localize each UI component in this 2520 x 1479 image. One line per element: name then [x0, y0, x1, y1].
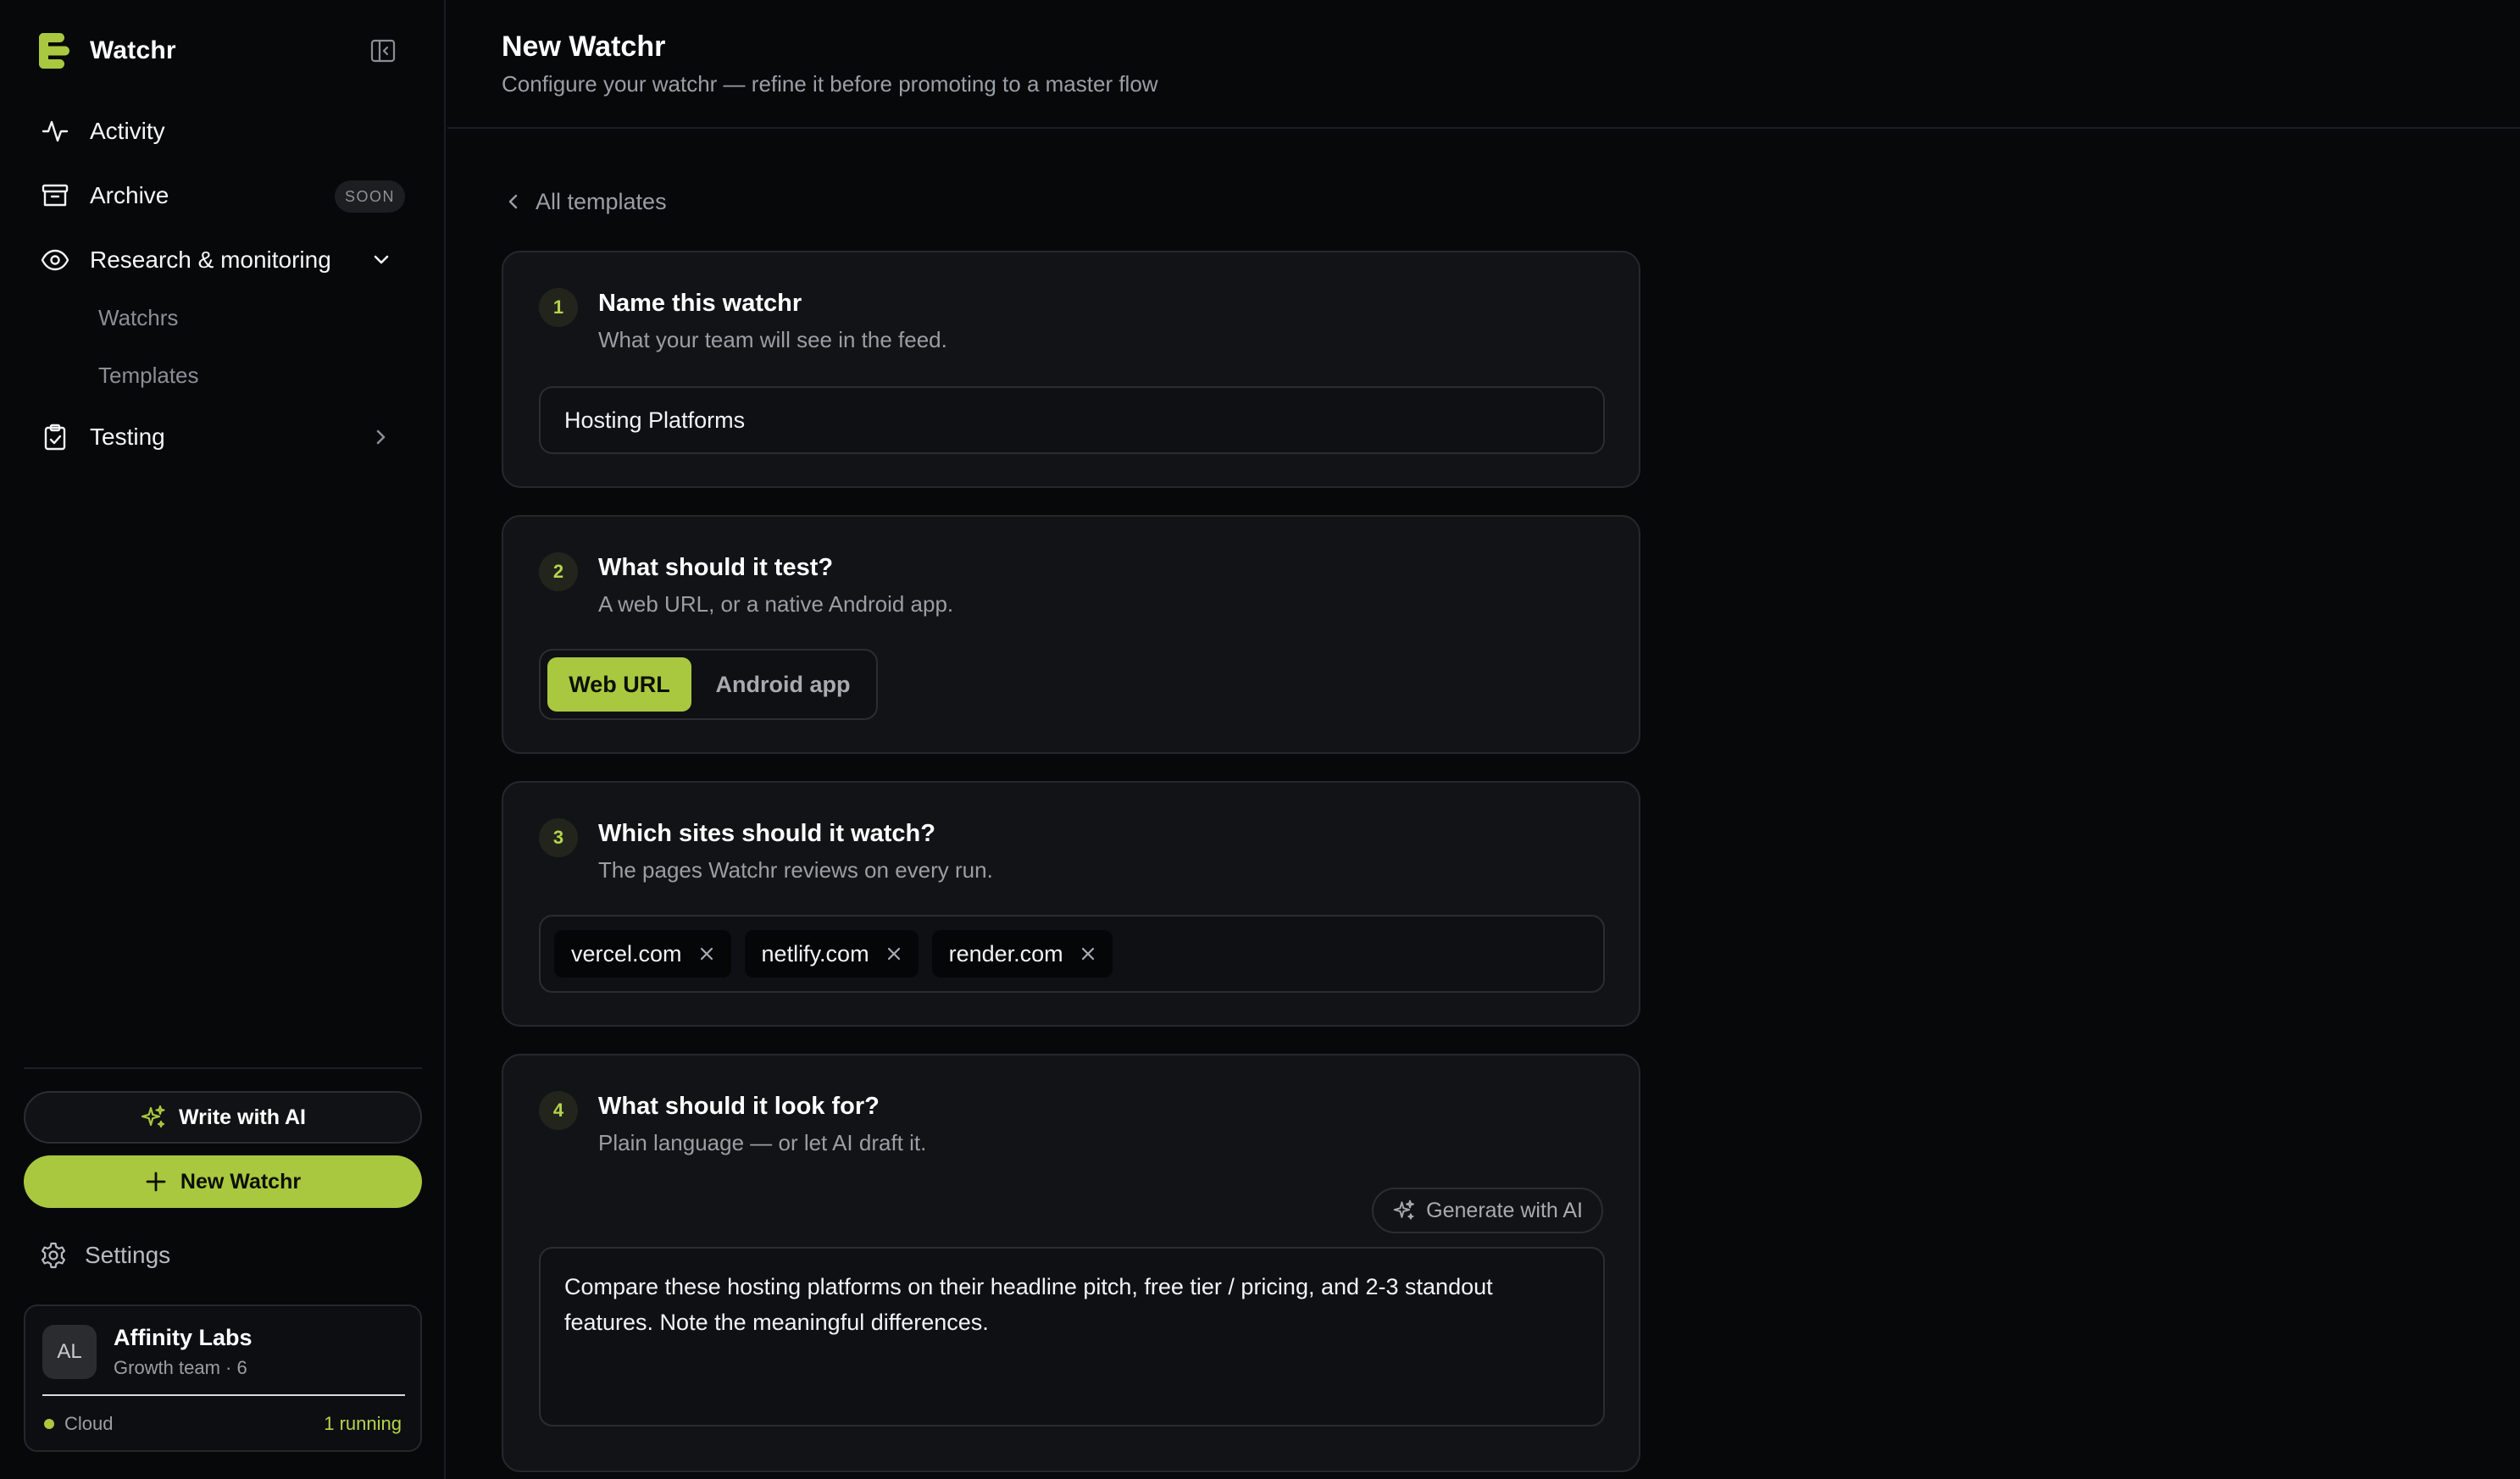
site-tag-label: netlify.com — [761, 940, 869, 967]
close-icon[interactable] — [885, 944, 903, 963]
chevron-down-icon[interactable] — [369, 248, 393, 272]
step-number: 3 — [539, 818, 578, 857]
close-icon[interactable] — [697, 944, 716, 963]
web-url-option[interactable]: Web URL — [547, 657, 691, 712]
generate-with-ai-label: Generate with AI — [1426, 1198, 1583, 1222]
step-title: Name this watchr — [598, 290, 802, 317]
new-watchr-button[interactable]: New Watchr — [24, 1155, 422, 1208]
sidebar-subitem-templates[interactable]: Templates — [98, 363, 199, 389]
watchr-name-input[interactable]: Hosting Platforms — [539, 386, 1605, 454]
sidebar-item-testing[interactable]: Testing — [41, 413, 405, 461]
android-app-option[interactable]: Android app — [698, 657, 868, 712]
all-templates-link[interactable]: All templates — [503, 186, 667, 217]
step-card-name: 1 Name this watchr What your team will s… — [502, 251, 1640, 488]
page-title: New Watchr — [502, 30, 666, 63]
step-subtitle: Plain language — or let AI draft it. — [598, 1130, 927, 1155]
sidebar-item-research-monitoring[interactable]: Research & monitoring — [41, 236, 405, 284]
settings-label: Settings — [85, 1242, 171, 1268]
step-title: What should it test? — [598, 554, 834, 581]
site-tag: render.com — [931, 930, 1113, 978]
org-card[interactable]: AL Affinity Labs Growth team · 6 Cloud 1… — [24, 1305, 422, 1452]
environment-label: Cloud — [64, 1413, 114, 1434]
avatar: AL — [42, 1325, 97, 1379]
sidebar-item-archive[interactable]: Archive SOON — [41, 172, 405, 219]
settings-link[interactable]: Settings — [39, 1235, 170, 1276]
site-tag: netlify.com — [744, 930, 919, 978]
gear-icon — [42, 1242, 65, 1269]
page-subtitle: Configure your watchr — refine it before… — [502, 71, 1158, 97]
chevron-right-icon[interactable] — [369, 425, 393, 449]
sparkles-icon — [1393, 1199, 1415, 1220]
site-tag-label: render.com — [948, 940, 1063, 967]
close-icon[interactable] — [1079, 944, 1097, 963]
sidebar-collapse-icon[interactable] — [369, 37, 397, 64]
status-dot-icon — [44, 1419, 54, 1429]
org-subtitle: Growth team · 6 — [114, 1357, 247, 1378]
sidebar-divider — [24, 1067, 422, 1069]
site-tag: vercel.com — [554, 930, 731, 978]
sparkles-icon — [141, 1105, 165, 1128]
soon-badge: SOON — [334, 180, 405, 213]
running-count: 1 running — [324, 1413, 402, 1434]
eye-icon — [41, 249, 69, 271]
sidebar: Watchr Activity Archive SOON Research & … — [0, 0, 446, 1479]
step-card-prompt: 4 What should it look for? Plain languag… — [502, 1054, 1640, 1472]
step-number: 2 — [539, 552, 578, 591]
write-with-ai-label: Write with AI — [179, 1105, 306, 1129]
brand-name: Watchr — [90, 36, 176, 64]
sidebar-subitem-watchrs[interactable]: Watchrs — [98, 305, 178, 331]
step-subtitle: What your team will see in the feed. — [598, 327, 947, 352]
chevron-left-icon — [508, 194, 518, 209]
all-templates-label: All templates — [536, 188, 667, 214]
step-subtitle: The pages Watchr reviews on every run. — [598, 857, 993, 883]
environment-status: Cloud — [44, 1413, 113, 1435]
generate-with-ai-button[interactable]: Generate with AI — [1372, 1188, 1603, 1233]
step-subtitle: A web URL, or a native Android app. — [598, 591, 954, 617]
target-type-toggle: Web URL Android app — [539, 649, 878, 720]
look-for-textarea[interactable]: Compare these hosting platforms on their… — [539, 1247, 1605, 1426]
write-with-ai-button[interactable]: Write with AI — [24, 1091, 422, 1144]
step-card-sites: 3 Which sites should it watch? The pages… — [502, 781, 1640, 1027]
org-name: Affinity Labs — [114, 1325, 253, 1350]
brand[interactable]: Watchr — [37, 30, 176, 71]
archive-icon — [42, 184, 69, 207]
sidebar-item-label: Testing — [90, 424, 165, 450]
watchr-logo-icon — [39, 33, 69, 69]
step-number: 4 — [539, 1091, 578, 1130]
sidebar-item-activity[interactable]: Activity — [41, 108, 405, 155]
sites-tag-input[interactable]: vercel.com netlify.com render.com — [539, 915, 1605, 993]
page-header: New Watchr Configure your watchr — refin… — [447, 0, 2520, 129]
step-title: Which sites should it watch? — [598, 820, 935, 847]
sidebar-item-label: Archive — [90, 182, 169, 208]
app-root: Watchr Activity Archive SOON Research & … — [0, 0, 2520, 1479]
new-watchr-label: New Watchr — [180, 1169, 302, 1194]
clipboard-check-icon — [44, 424, 66, 451]
org-divider — [42, 1394, 405, 1396]
plus-icon — [146, 1172, 166, 1192]
step-number: 1 — [539, 288, 578, 327]
step-card-target: 2 What should it test? A web URL, or a n… — [502, 515, 1640, 754]
sidebar-item-label: Activity — [90, 118, 165, 144]
activity-icon — [42, 120, 69, 142]
sidebar-item-label: Research & monitoring — [90, 246, 331, 273]
step-title: What should it look for? — [598, 1093, 880, 1120]
site-tag-label: vercel.com — [571, 940, 682, 967]
